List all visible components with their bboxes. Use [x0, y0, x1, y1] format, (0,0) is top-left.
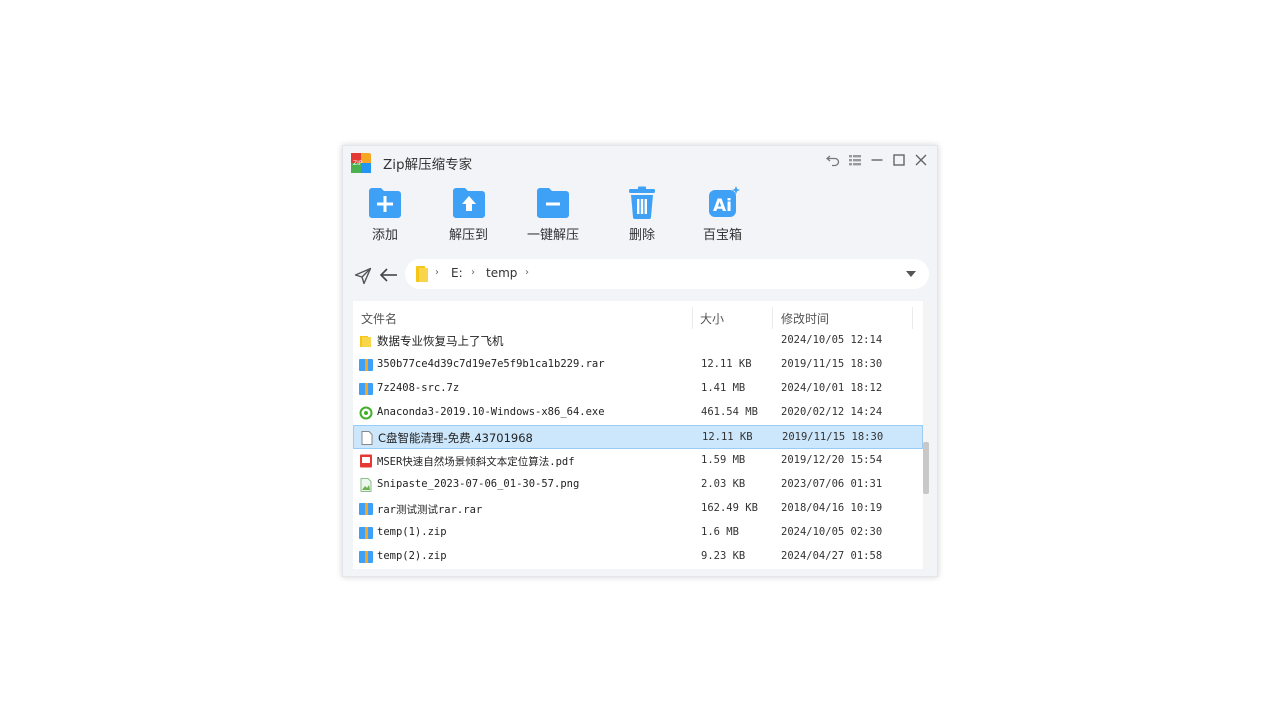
file-size: 12.11 KB	[702, 431, 753, 443]
file-time: 2024/10/01 18:12	[781, 382, 883, 394]
app-window: ZIP Zip解压缩专家 添加 解压到 一键解压 删除 Ai 百宝箱 › E: …	[342, 145, 938, 577]
add-button[interactable]: 添加	[367, 186, 403, 243]
column-name-header[interactable]: 文件名	[361, 310, 397, 327]
table-row[interactable]: rar测试测试rar.rar 162.49 KB 2018/04/16 10:1…	[353, 497, 923, 521]
file-time: 2019/11/15 18:30	[781, 358, 883, 370]
table-row[interactable]: Anaconda3-2019.10-Windows-x86_64.exe 461…	[353, 401, 923, 425]
file-size: 162.49 KB	[701, 502, 758, 514]
app-title: Zip解压缩专家	[383, 157, 473, 173]
file-name: temp(1).zip	[377, 526, 447, 538]
crumb-drive[interactable]: E:	[451, 266, 463, 280]
scrollbar-thumb[interactable]	[923, 442, 929, 494]
trash-icon	[629, 186, 655, 219]
file-name: 数据专业恢复马上了飞机	[377, 334, 504, 348]
folder-icon	[360, 336, 371, 347]
crumb-separator-icon: ›	[525, 267, 529, 278]
file-time: 2019/12/20 15:54	[781, 454, 883, 466]
maximize-icon[interactable]	[891, 152, 907, 168]
extract-to-button[interactable]: 解压到	[449, 186, 488, 243]
crumb-separator-icon: ›	[471, 267, 475, 278]
send-icon[interactable]	[354, 267, 372, 285]
path-folder-icon	[416, 266, 428, 282]
table-row[interactable]: 350b77ce4d39c7d19e7e5f9b1ca1b229.rar 12.…	[353, 353, 923, 377]
delete-button[interactable]: 删除	[624, 186, 660, 243]
column-divider[interactable]	[912, 307, 913, 329]
image-icon	[360, 478, 372, 492]
file-size: 12.11 KB	[701, 358, 752, 370]
file-time: 2020/02/12 14:24	[781, 406, 883, 418]
table-row[interactable]: temp(2).zip 9.23 KB 2024/04/27 01:58	[353, 545, 923, 569]
file-time: 2024/04/27 01:58	[781, 550, 883, 562]
archive-icon	[359, 383, 373, 395]
column-divider[interactable]	[692, 307, 693, 329]
column-size-header[interactable]: 大小	[700, 310, 724, 327]
file-name: rar测试测试rar.rar	[377, 504, 483, 516]
title-bar: ZIP Zip解压缩专家	[343, 146, 937, 178]
table-row[interactable]: MSER快速自然场景倾斜文本定位算法.pdf 1.59 MB 2019/12/2…	[353, 449, 923, 473]
vertical-scrollbar[interactable]	[923, 301, 929, 569]
svg-text:ZIP: ZIP	[353, 160, 363, 167]
file-time: 2023/07/06 01:31	[781, 478, 883, 490]
table-header: 文件名 大小 修改时间	[353, 301, 921, 331]
one-click-extract-label: 一键解压	[527, 228, 580, 243]
toolbox-button[interactable]: Ai 百宝箱	[703, 186, 742, 243]
close-icon[interactable]	[913, 152, 929, 168]
toolbox-label: 百宝箱	[703, 228, 743, 243]
crumb-folder[interactable]: temp	[486, 266, 517, 280]
file-time: 2018/04/16 10:19	[781, 502, 883, 514]
file-time: 2024/10/05 02:30	[781, 526, 883, 538]
file-size: 1.41 MB	[701, 382, 746, 394]
file-time: 2024/10/05 12:14	[781, 334, 883, 346]
file-name: Snipaste_2023-07-06_01-30-57.png	[377, 478, 580, 490]
file-size: 9.23 KB	[701, 550, 746, 562]
column-divider[interactable]	[772, 307, 773, 329]
file-name: MSER快速自然场景倾斜文本定位算法.pdf	[377, 456, 575, 468]
folder-extract-icon	[452, 188, 485, 218]
archive-icon	[359, 503, 373, 515]
file-name: Anaconda3-2019.10-Windows-x86_64.exe	[377, 406, 605, 418]
dropdown-arrow-icon[interactable]	[905, 269, 917, 279]
file-size: 2.03 KB	[701, 478, 746, 490]
add-label: 添加	[371, 228, 398, 243]
delete-label: 删除	[628, 228, 655, 243]
file-name: C盘智能清理-免费.43701968	[378, 431, 533, 445]
file-size: 1.59 MB	[701, 454, 746, 466]
menu-list-icon[interactable]	[847, 152, 863, 168]
back-arrow-icon[interactable]	[379, 266, 399, 284]
anaconda-icon	[359, 406, 373, 420]
svg-text:Ai: Ai	[713, 196, 732, 216]
path-box[interactable]: › E: › temp ›	[405, 259, 929, 289]
table-row[interactable]: 数据专业恢复马上了飞机 2024/10/05 12:14	[353, 329, 923, 353]
file-name: temp(2).zip	[377, 550, 447, 562]
table-row[interactable]: 7z2408-src.7z 1.41 MB 2024/10/01 18:12	[353, 377, 923, 401]
archive-icon	[359, 551, 373, 563]
file-time: 2019/11/15 18:30	[782, 431, 884, 443]
file-name: 7z2408-src.7z	[377, 382, 460, 394]
crumb-separator-icon: ›	[435, 267, 439, 278]
table-row[interactable]: Snipaste_2023-07-06_01-30-57.png 2.03 KB…	[353, 473, 923, 497]
archive-icon	[359, 359, 373, 371]
file-list: 文件名 大小 修改时间 数据专业恢复马上了飞机 2024/10/05 12:14…	[353, 301, 929, 569]
pdf-icon	[360, 454, 372, 468]
archive-icon	[359, 527, 373, 539]
folder-minus-icon	[537, 188, 569, 218]
toolbar: 添加 解压到 一键解压 删除 Ai 百宝箱	[343, 186, 937, 246]
one-click-extract-button[interactable]: 一键解压	[527, 186, 579, 243]
undo-icon[interactable]	[825, 152, 841, 168]
column-time-header[interactable]: 修改时间	[781, 310, 829, 327]
table-row-selected[interactable]: C盘智能清理-免费.43701968 12.11 KB 2019/11/15 1…	[353, 425, 923, 449]
file-size: 1.6 MB	[701, 526, 739, 538]
file-name: 350b77ce4d39c7d19e7e5f9b1ca1b229.rar	[377, 358, 605, 370]
extract-to-label: 解压到	[449, 228, 489, 243]
window-controls	[825, 152, 929, 168]
folder-add-icon	[369, 188, 401, 218]
zip-logo-icon: ZIP	[351, 153, 371, 173]
file-icon	[361, 431, 373, 445]
file-size: 461.54 MB	[701, 406, 758, 418]
table-row[interactable]: temp(1).zip 1.6 MB 2024/10/05 02:30	[353, 521, 923, 545]
ai-toolbox-icon: Ai	[708, 186, 740, 217]
address-bar: › E: › temp ›	[343, 259, 937, 291]
minimize-icon[interactable]	[869, 152, 885, 168]
